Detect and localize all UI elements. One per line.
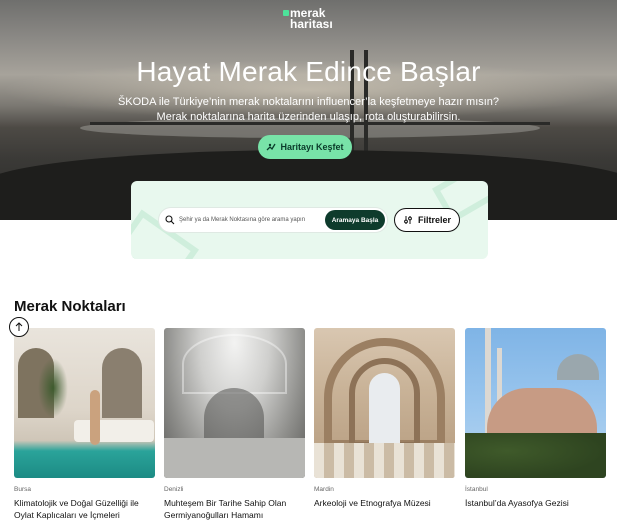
hero-subtitle-line1: ŠKODA ile Türkiye’nin merak noktalarını … [117, 96, 500, 108]
poi-card-city: Bursa [14, 486, 31, 493]
arrow-up-icon [15, 322, 23, 331]
poi-card-image[interactable] [314, 328, 455, 478]
poi-card[interactable]: Mardin Arkeoloji ve Etnografya Müzesi [314, 328, 455, 509]
image-detail [74, 420, 154, 442]
hero-subtitle: ŠKODA ile Türkiye’nin merak noktalarını … [0, 95, 617, 125]
poi-card-title[interactable]: İstanbul’da Ayasofya Gezisi [465, 497, 606, 509]
poi-card-city: Mardin [314, 486, 334, 493]
section-title: Merak Noktaları [14, 298, 126, 315]
search-button[interactable]: Aramaya Başla [325, 210, 385, 230]
poi-card-title-line: Arkeoloji ve Etnografya Müzesi [314, 498, 431, 508]
image-detail [164, 438, 305, 478]
logo-text-line2: haritası [290, 17, 333, 31]
poi-card-title[interactable]: Muhteşem Bir Tarihe Sahip Olan Germiyano… [164, 497, 305, 521]
poi-card-title-line: Oylat Kaplıcaları ve İçmeleri [14, 510, 120, 520]
poi-card-title[interactable]: Klimatolojik ve Doğal Güzelliği ile Oyla… [14, 497, 155, 521]
poi-card-title-line: Klimatolojik ve Doğal Güzelliği ile [14, 498, 139, 508]
image-detail [90, 390, 100, 445]
image-detail [38, 358, 68, 418]
image-detail [182, 334, 287, 394]
logo-mark-icon [283, 10, 289, 16]
scroll-top-button[interactable] [9, 317, 29, 337]
poi-card[interactable]: İstanbul İstanbul’da Ayasofya Gezisi [465, 328, 606, 509]
hero-subtitle-line2: Merak noktalarına harita üzerinden ulaşı… [156, 111, 461, 123]
site-logo[interactable]: merak haritası [283, 7, 333, 31]
image-detail [102, 348, 142, 418]
explore-map-button[interactable]: Haritayı Keşfet [258, 135, 352, 159]
filter-sliders-icon [404, 216, 412, 224]
explore-map-label: Haritayı Keşfet [280, 142, 344, 152]
hero-title: Hayat Merak Edince Başlar [136, 56, 481, 87]
poi-card-title[interactable]: Arkeoloji ve Etnografya Müzesi [314, 497, 455, 509]
poi-card-image[interactable] [14, 328, 155, 478]
image-detail [557, 354, 599, 380]
map-route-icon [267, 143, 277, 151]
poi-card[interactable]: Denizli Muhteşem Bir Tarihe Sahip Olan G… [164, 328, 305, 521]
poi-card-title-line: Muhteşem Bir Tarihe Sahip Olan [164, 498, 287, 508]
poi-card-city: Denizli [164, 486, 184, 493]
image-detail [369, 373, 400, 443]
poi-card-image[interactable] [465, 328, 606, 478]
poi-card-city: İstanbul [465, 486, 488, 493]
poi-card-image[interactable] [164, 328, 305, 478]
search-icon [165, 215, 175, 225]
filters-button[interactable]: Filtreler [394, 208, 460, 232]
filters-label: Filtreler [417, 215, 451, 225]
image-detail [465, 433, 606, 478]
image-detail [314, 443, 455, 478]
poi-card[interactable]: Bursa Klimatolojik ve Doğal Güzelliği il… [14, 328, 155, 521]
poi-card-title-line: Germiyanoğulları Hamamı [164, 510, 264, 520]
poi-card-title-line: İstanbul’da Ayasofya Gezisi [465, 498, 569, 508]
